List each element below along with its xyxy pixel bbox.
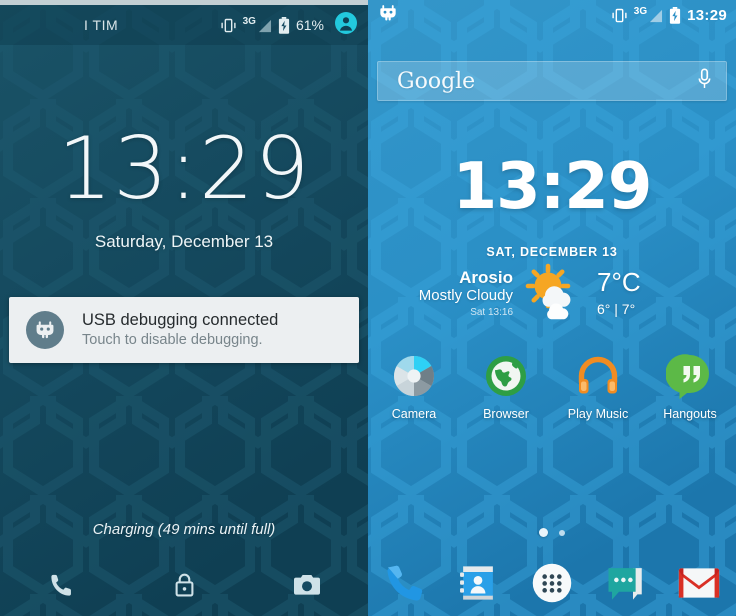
homescreen-status-bar: 3G 13:29: [368, 0, 736, 30]
app-shortcut-hangouts[interactable]: Hangouts: [644, 352, 736, 421]
phone-shortcut[interactable]: [0, 572, 123, 599]
weather-high-low: 6° | 7°: [597, 300, 636, 317]
app-label: Camera: [391, 407, 437, 421]
app-icons-row: Camera Browser Play Music Hangouts: [368, 352, 736, 421]
app-label: Browser: [483, 407, 529, 421]
phone-dock-icon: [387, 565, 422, 601]
microphone-icon[interactable]: [697, 67, 712, 95]
charging-status-label: Charging (49 mins until full): [92, 521, 276, 538]
signal-icon: [258, 19, 272, 33]
vibrate-icon: [612, 8, 627, 22]
weather-temperature: 7°C: [597, 267, 641, 298]
globe-browser-icon: [486, 356, 526, 396]
cyanogenmod-robot-icon: [26, 311, 64, 349]
battery-percent-label: 61%: [295, 17, 324, 33]
homescreen-clock[interactable]: 13:29: [368, 155, 736, 219]
sun-behind-cloud-icon: [521, 262, 583, 325]
lockscreen-status-bar: I TIM 3G 61%: [0, 5, 368, 45]
weather-updated-time: Sat 13:16: [470, 307, 513, 319]
notification-title: USB debugging connected: [82, 310, 279, 329]
google-search-bar[interactable]: Google: [377, 61, 727, 101]
app-shortcut-camera[interactable]: Camera: [368, 352, 460, 421]
status-bar-clock: 13:29: [687, 6, 727, 24]
page-dot-inactive[interactable]: [559, 529, 565, 536]
app-drawer-icon: [532, 563, 572, 603]
homescreen-dock: [368, 550, 736, 616]
cyanogenmod-robot-icon: [378, 3, 398, 28]
weather-location-block: Arosio Mostly Cloudy Sat 13:16: [403, 268, 513, 319]
contacts-dock-icon: [460, 566, 494, 600]
status-icons-group: 3G 13:29: [611, 6, 727, 24]
lockscreen-panel: I TIM 3G 61% 13:29 Saturday, December 13…: [0, 0, 368, 616]
notification-subtitle: Touch to disable debugging.: [82, 332, 263, 349]
user-avatar-icon[interactable]: [334, 11, 358, 40]
weather-condition: Mostly Cloudy: [418, 287, 513, 305]
weather-widget[interactable]: Arosio Mostly Cloudy Sat 13:16 7°C 6° | …: [368, 262, 736, 325]
phone-icon: [51, 574, 71, 596]
camera-aperture-icon: [394, 356, 434, 396]
lock-icon: [175, 573, 193, 597]
status-icons-group: 3G 61%: [220, 11, 358, 40]
network-type-group: 3G: [243, 17, 272, 33]
dock-item-phone[interactable]: [368, 562, 442, 604]
messaging-dock-icon: [608, 568, 642, 600]
lockscreen-date: Saturday, December 13: [94, 232, 274, 251]
headphones-icon: [578, 356, 618, 394]
dock-item-messaging[interactable]: [589, 562, 663, 604]
homescreen-panel: 3G 13:29 Google 13:29 SAT, DECEMBER 13 A…: [368, 0, 736, 616]
weather-date-label: SAT, DECEMBER 13: [486, 245, 618, 259]
battery-charging-icon: [278, 16, 290, 34]
dock-item-contacts[interactable]: [442, 562, 516, 604]
weather-city: Arosio: [459, 267, 513, 287]
dual-screenshot-panel: I TIM 3G 61% 13:29 Saturday, December 13…: [0, 0, 736, 616]
dock-item-app-drawer[interactable]: [515, 561, 589, 605]
vibrate-icon: [221, 18, 236, 32]
app-shortcut-play-music[interactable]: Play Music: [552, 352, 644, 421]
app-shortcut-browser[interactable]: Browser: [460, 352, 552, 421]
notification-text-block: USB debugging connected Touch to disable…: [82, 310, 278, 350]
app-label: Hangouts: [663, 407, 717, 421]
signal-icon: [650, 9, 663, 23]
network-type-label: 3G: [242, 16, 256, 27]
gmail-dock-icon: [679, 568, 720, 598]
unlock-shortcut[interactable]: [123, 572, 246, 599]
lockscreen-clock: 13:29: [57, 119, 311, 219]
page-dot-active[interactable]: [539, 528, 548, 537]
camera-shortcut[interactable]: [245, 573, 368, 597]
top-edge-strip: [0, 0, 368, 5]
usb-debugging-notification[interactable]: USB debugging connected Touch to disable…: [9, 297, 359, 363]
weather-temperature-block: 7°C 6° | 7°: [591, 267, 701, 317]
battery-charging-icon: [670, 6, 681, 24]
page-indicator[interactable]: [368, 528, 736, 537]
lockscreen-shortcut-bar: [0, 554, 368, 616]
app-label: Play Music: [567, 407, 629, 421]
network-type-label: 3G: [633, 6, 648, 17]
search-input[interactable]: Google: [397, 69, 475, 94]
camera-icon: [293, 575, 320, 595]
quote-bubble-icon: [666, 354, 709, 399]
network-type-group: 3G: [634, 7, 663, 23]
carrier-label: I TIM: [84, 17, 119, 33]
dock-item-gmail[interactable]: [662, 565, 736, 601]
